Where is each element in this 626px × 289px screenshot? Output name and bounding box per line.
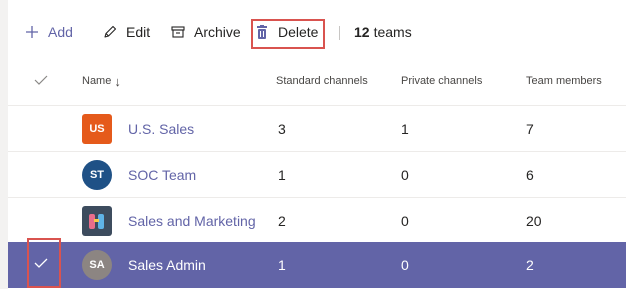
- checkmark-icon: [34, 74, 48, 89]
- team-members-value: 2: [526, 257, 534, 273]
- standard-channels-value: 1: [278, 257, 286, 273]
- team-count-number: 12: [354, 24, 370, 40]
- team-members-value: 6: [526, 167, 534, 183]
- archive-icon: [168, 22, 188, 42]
- archive-label: Archive: [194, 24, 241, 40]
- edit-button[interactable]: Edit: [100, 8, 150, 56]
- team-avatar: ST: [82, 160, 112, 190]
- table-row[interactable]: US U.S. Sales 3 1 7: [8, 106, 626, 152]
- column-private-label: Private channels: [401, 75, 483, 87]
- table-row[interactable]: Sales and Marketing 2 0 20: [8, 198, 626, 244]
- team-members-value: 7: [526, 121, 534, 137]
- table-row-selected[interactable]: SA Sales Admin 1 0 2: [8, 242, 626, 288]
- toolbar: Add Edit Archive Delete 12 teams: [8, 8, 626, 56]
- standard-channels-value: 3: [278, 121, 286, 137]
- team-avatar: SA: [82, 250, 112, 280]
- private-channels-value: 0: [401, 167, 409, 183]
- people-icon: [89, 214, 104, 229]
- edit-label: Edit: [126, 24, 151, 40]
- trash-icon: [252, 22, 272, 42]
- team-count-label: teams: [373, 24, 412, 40]
- select-all-checkbox[interactable]: [34, 56, 48, 106]
- standard-channels-value: 1: [278, 167, 286, 183]
- plus-icon: [22, 22, 42, 42]
- teams-panel: Add Edit Archive Delete 12 teams Name ↓ …: [8, 0, 626, 289]
- private-channels-value: 0: [401, 213, 409, 229]
- team-count: 12 teams: [354, 8, 412, 56]
- team-avatar-image: [82, 206, 112, 236]
- delete-button[interactable]: Delete: [252, 8, 328, 56]
- column-header-name[interactable]: Name ↓: [82, 56, 121, 106]
- private-channels-value: 0: [401, 257, 409, 273]
- column-header-team-members[interactable]: Team members: [526, 56, 602, 106]
- add-button[interactable]: Add: [22, 8, 73, 56]
- team-name[interactable]: SOC Team: [128, 152, 196, 198]
- column-standard-label: Standard channels: [276, 75, 368, 87]
- toolbar-divider: [339, 26, 340, 40]
- team-members-value: 20: [526, 213, 542, 229]
- private-channels-value: 1: [401, 121, 409, 137]
- team-name[interactable]: Sales and Marketing: [128, 198, 256, 244]
- delete-label: Delete: [278, 24, 319, 40]
- column-header-standard-channels[interactable]: Standard channels: [276, 56, 368, 106]
- sort-down-arrow-icon: ↓: [114, 73, 121, 89]
- team-avatar: US: [82, 114, 112, 144]
- team-name[interactable]: Sales Admin: [128, 242, 206, 288]
- table-row[interactable]: ST SOC Team 1 0 6: [8, 152, 626, 198]
- column-name-label: Name: [82, 75, 112, 87]
- column-members-label: Team members: [526, 75, 602, 87]
- pencil-icon: [100, 22, 120, 42]
- column-header-private-channels[interactable]: Private channels: [401, 56, 482, 106]
- add-label: Add: [48, 24, 73, 40]
- checkbox-highlight-box: [27, 238, 61, 288]
- team-name[interactable]: U.S. Sales: [128, 106, 194, 152]
- table-header: Name ↓ Standard channels Private channel…: [8, 56, 626, 106]
- archive-button[interactable]: Archive: [168, 8, 241, 56]
- standard-channels-value: 2: [278, 213, 286, 229]
